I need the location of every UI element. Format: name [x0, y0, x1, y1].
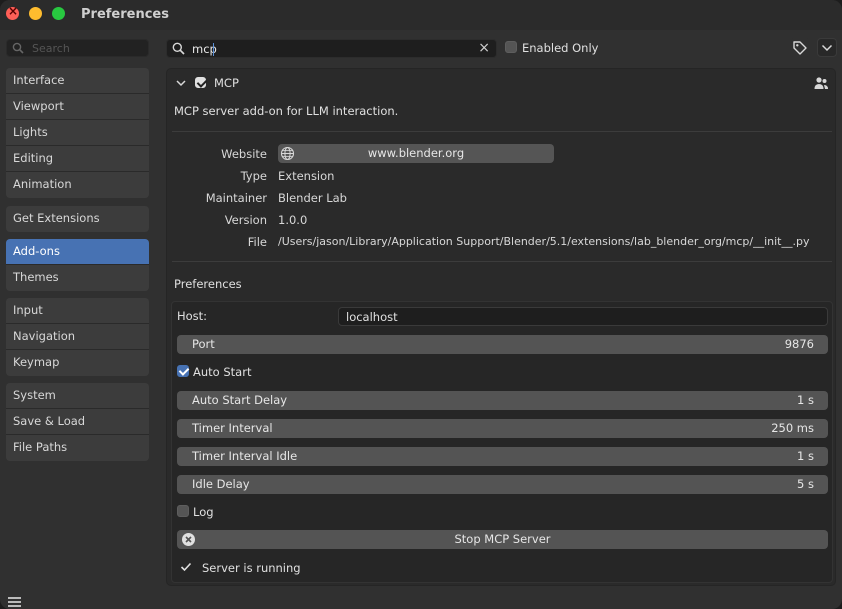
- nav-group-display: Interface Viewport Lights Editing Animat…: [6, 68, 149, 198]
- log-label: Log: [193, 505, 214, 519]
- port-field[interactable]: Port 9876: [177, 335, 828, 354]
- maintainer-label: Maintainer: [205, 191, 267, 205]
- sidebar-item-save-load[interactable]: Save & Load: [6, 409, 149, 435]
- sidebar-item-lights[interactable]: Lights: [6, 120, 149, 146]
- idle-delay-value: 5 s: [797, 477, 814, 491]
- nav-group-extensions: Get Extensions: [6, 206, 149, 232]
- file-label: File: [247, 235, 267, 249]
- options-dropdown-button[interactable]: [817, 38, 837, 57]
- addon-name: MCP: [214, 76, 239, 90]
- website-link-button[interactable]: www.blender.org: [278, 144, 554, 163]
- sidebar-item-add-ons[interactable]: Add-ons: [6, 239, 149, 265]
- search-icon: [12, 42, 24, 54]
- preferences-heading: Preferences: [174, 277, 242, 291]
- addon-panel: MCP MCP server add-on for LLM interactio…: [166, 68, 836, 586]
- sidebar-item-navigation[interactable]: Navigation: [6, 324, 149, 350]
- checkmark-icon: [180, 562, 192, 572]
- host-input[interactable]: localhost: [338, 307, 828, 326]
- search-icon: [172, 42, 185, 55]
- tags-button[interactable]: [790, 38, 810, 57]
- log-checkbox[interactable]: [177, 505, 189, 517]
- minimize-window-button[interactable]: [29, 7, 42, 20]
- version-label: Version: [224, 213, 267, 227]
- port-label: Port: [192, 337, 215, 351]
- timer-interval-idle-label: Timer Interval Idle: [192, 449, 298, 463]
- tag-icon: [793, 41, 807, 55]
- sidebar-search-placeholder: Search: [32, 42, 70, 55]
- sidebar-item-input[interactable]: Input: [6, 298, 149, 324]
- menu-icon[interactable]: [8, 597, 21, 607]
- auto-start-delay-field[interactable]: Auto Start Delay 1 s: [177, 391, 828, 410]
- sidebar-item-themes[interactable]: Themes: [6, 265, 149, 291]
- port-value: 9876: [784, 337, 814, 351]
- window-title: Preferences: [81, 7, 169, 22]
- addon-search-input[interactable]: mcp ×: [166, 39, 497, 58]
- divider: [172, 131, 832, 132]
- timer-interval-value: 250 ms: [771, 421, 814, 435]
- users-icon[interactable]: [813, 76, 829, 91]
- chevron-down-icon: [821, 44, 833, 52]
- auto-start-label: Auto Start: [193, 365, 252, 379]
- host-label: Host:: [177, 309, 208, 323]
- website-value: www.blender.org: [367, 146, 465, 160]
- type-label: Type: [240, 169, 267, 183]
- idle-delay-label: Idle Delay: [192, 477, 250, 491]
- text-cursor: [213, 43, 214, 56]
- sidebar-item-system[interactable]: System: [6, 383, 149, 409]
- nav-group-input: Input Navigation Keymap: [6, 298, 149, 376]
- titlebar: Preferences: [0, 0, 842, 30]
- sidebar-item-editing[interactable]: Editing: [6, 146, 149, 172]
- clear-search-icon[interactable]: ×: [478, 40, 490, 56]
- addon-description: MCP server add-on for LLM interaction.: [174, 104, 399, 118]
- divider: [172, 261, 832, 262]
- file-value: /Users/jason/Library/Application Support…: [278, 235, 810, 248]
- version-value: 1.0.0: [278, 213, 308, 227]
- stop-mcp-server-button[interactable]: Stop MCP Server: [177, 530, 828, 549]
- idle-delay-field[interactable]: Idle Delay 5 s: [177, 475, 828, 494]
- enabled-only-label: Enabled Only: [522, 41, 599, 55]
- auto-start-checkbox[interactable]: [177, 365, 189, 377]
- sidebar-item-file-paths[interactable]: File Paths: [6, 435, 149, 461]
- sidebar-item-keymap[interactable]: Keymap: [6, 350, 149, 376]
- sidebar-item-viewport[interactable]: Viewport: [6, 94, 149, 120]
- maintainer-value: Blender Lab: [278, 191, 347, 205]
- sidebar: Search Interface Viewport Lights Editing…: [0, 30, 160, 609]
- type-value: Extension: [278, 169, 335, 183]
- stop-mcp-server-label: Stop MCP Server: [454, 532, 551, 546]
- website-label: Website: [221, 147, 267, 161]
- close-window-button[interactable]: [6, 4, 19, 20]
- auto-start-delay-value: 1 s: [797, 393, 814, 407]
- maximize-window-button[interactable]: [52, 7, 65, 20]
- nav-group-addons: Add-ons Themes: [6, 239, 149, 291]
- addon-enabled-checkbox[interactable]: [195, 77, 206, 88]
- timer-interval-idle-field[interactable]: Timer Interval Idle 1 s: [177, 447, 828, 466]
- host-value: localhost: [346, 310, 398, 324]
- sidebar-item-get-extensions[interactable]: Get Extensions: [6, 206, 149, 232]
- sidebar-item-interface[interactable]: Interface: [6, 68, 149, 94]
- timer-interval-field[interactable]: Timer Interval 250 ms: [177, 419, 828, 438]
- chevron-down-icon[interactable]: [175, 77, 187, 89]
- nav-group-system: System Save & Load File Paths: [6, 383, 149, 461]
- server-status-text: Server is running: [202, 561, 301, 575]
- sidebar-item-animation[interactable]: Animation: [6, 172, 149, 198]
- enabled-only-checkbox[interactable]: [505, 41, 517, 53]
- timer-interval-label: Timer Interval: [192, 421, 273, 435]
- auto-start-delay-label: Auto Start Delay: [192, 393, 288, 407]
- preferences-window: Preferences Search Interface Viewport Li…: [0, 0, 842, 609]
- sidebar-search-input[interactable]: Search: [6, 39, 149, 57]
- timer-interval-idle-value: 1 s: [797, 449, 814, 463]
- preferences-box: Host: localhost Port 9876 Auto Start Aut…: [171, 301, 833, 583]
